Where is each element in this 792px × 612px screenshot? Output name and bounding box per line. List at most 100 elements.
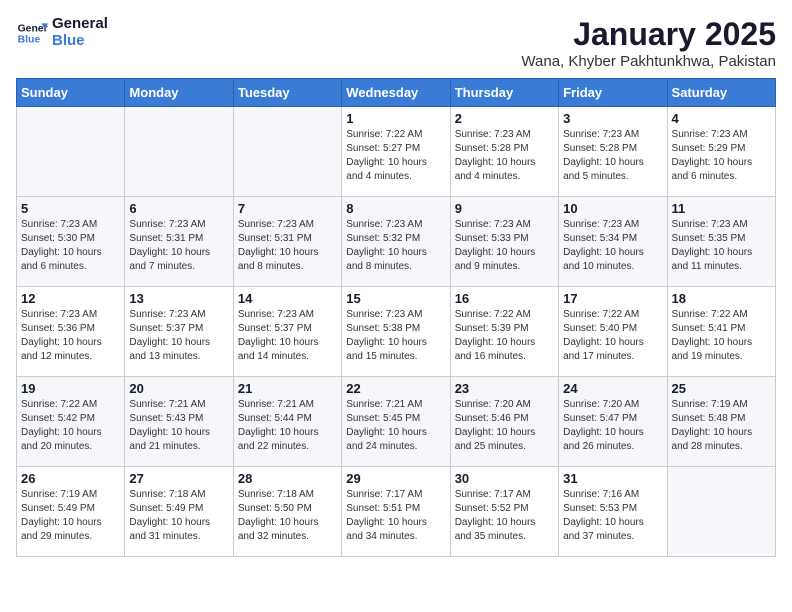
day-number: 22 xyxy=(346,381,445,396)
day-number: 1 xyxy=(346,111,445,126)
day-info: Sunrise: 7:22 AM Sunset: 5:40 PM Dayligh… xyxy=(563,308,662,364)
calendar-cell: 15Sunrise: 7:23 AM Sunset: 5:38 PM Dayli… xyxy=(342,287,450,377)
day-number: 3 xyxy=(563,111,662,126)
day-number: 12 xyxy=(21,291,120,306)
day-info: Sunrise: 7:21 AM Sunset: 5:43 PM Dayligh… xyxy=(129,398,228,454)
calendar-cell: 6 Sunrise: 7:23 AM Sunset: 5:31 PM Daylig… xyxy=(125,197,233,287)
calendar-week-4: 19 Sunrise: 7:22 AM Sunset: 5:42 PM Dayli… xyxy=(17,377,776,467)
day-info: Sunrise: 7:21 AM Sunset: 5:44 PM Dayligh… xyxy=(238,398,337,454)
calendar-cell: 4 Sunrise: 7:23 AM Sunset: 5:29 PM Daylig… xyxy=(667,107,775,197)
day-number: 10 xyxy=(563,201,662,216)
calendar-cell: 7 Sunrise: 7:23 AM Sunset: 5:31 PM Daylig… xyxy=(233,197,341,287)
day-number: 18 xyxy=(672,291,771,306)
calendar-cell xyxy=(125,107,233,197)
calendar-cell: 24 Sunrise: 7:20 AM Sunset: 5:47 PM Dayli… xyxy=(559,377,667,467)
calendar-cell: 16Sunrise: 7:22 AM Sunset: 5:39 PM Dayli… xyxy=(450,287,558,377)
day-number: 11 xyxy=(672,201,771,216)
day-info: Sunrise: 7:19 AM Sunset: 5:49 PM Dayligh… xyxy=(21,488,120,544)
day-info: Sunrise: 7:18 AM Sunset: 5:50 PM Dayligh… xyxy=(238,488,337,544)
day-number: 6 xyxy=(129,201,228,216)
day-number: 24 xyxy=(563,381,662,396)
day-number: 9 xyxy=(455,201,554,216)
day-info: Sunrise: 7:17 AM Sunset: 5:51 PM Dayligh… xyxy=(346,488,445,544)
day-number: 7 xyxy=(238,201,337,216)
calendar-cell: 23 Sunrise: 7:20 AM Sunset: 5:46 PM Dayli… xyxy=(450,377,558,467)
calendar-week-3: 12 Sunrise: 7:23 AM Sunset: 5:36 PM Dayli… xyxy=(17,287,776,377)
day-info: Sunrise: 7:19 AM Sunset: 5:48 PM Dayligh… xyxy=(672,398,771,454)
calendar-cell xyxy=(667,467,775,557)
calendar-cell: 17 Sunrise: 7:22 AM Sunset: 5:40 PM Dayli… xyxy=(559,287,667,377)
day-header-sunday: Sunday xyxy=(17,79,125,107)
day-number: 31 xyxy=(563,471,662,486)
day-info: Sunrise: 7:22 AM Sunset: 5:41 PM Dayligh… xyxy=(672,308,771,364)
day-header-thursday: Thursday xyxy=(450,79,558,107)
calendar-cell: 2Sunrise: 7:23 AM Sunset: 5:28 PM Daylig… xyxy=(450,107,558,197)
day-info: Sunrise: 7:23 AM Sunset: 5:37 PM Dayligh… xyxy=(129,308,228,364)
calendar-subtitle: Wana, Khyber Pakhtunkhwa, Pakistan xyxy=(521,53,776,70)
day-info: Sunrise: 7:23 AM Sunset: 5:29 PM Dayligh… xyxy=(672,128,771,184)
day-info: Sunrise: 7:16 AM Sunset: 5:53 PM Dayligh… xyxy=(563,488,662,544)
day-number: 13 xyxy=(129,291,228,306)
calendar-week-2: 5 Sunrise: 7:23 AM Sunset: 5:30 PM Daylig… xyxy=(17,197,776,287)
day-info: Sunrise: 7:23 AM Sunset: 5:33 PM Dayligh… xyxy=(455,218,554,274)
day-number: 27 xyxy=(129,471,228,486)
day-info: Sunrise: 7:23 AM Sunset: 5:30 PM Dayligh… xyxy=(21,218,120,274)
day-info: Sunrise: 7:23 AM Sunset: 5:31 PM Dayligh… xyxy=(238,218,337,274)
calendar-week-1: 1Sunrise: 7:22 AM Sunset: 5:27 PM Daylig… xyxy=(17,107,776,197)
calendar-week-5: 26Sunrise: 7:19 AM Sunset: 5:49 PM Dayli… xyxy=(17,467,776,557)
calendar-cell: 12 Sunrise: 7:23 AM Sunset: 5:36 PM Dayli… xyxy=(17,287,125,377)
day-info: Sunrise: 7:20 AM Sunset: 5:46 PM Dayligh… xyxy=(455,398,554,454)
calendar-cell: 31 Sunrise: 7:16 AM Sunset: 5:53 PM Dayli… xyxy=(559,467,667,557)
calendar-cell: 13 Sunrise: 7:23 AM Sunset: 5:37 PM Dayli… xyxy=(125,287,233,377)
day-number: 20 xyxy=(129,381,228,396)
logo-text-blue: Blue xyxy=(52,33,108,50)
calendar-cell: 20 Sunrise: 7:21 AM Sunset: 5:43 PM Dayli… xyxy=(125,377,233,467)
calendar-cell: 26Sunrise: 7:19 AM Sunset: 5:49 PM Dayli… xyxy=(17,467,125,557)
day-header-wednesday: Wednesday xyxy=(342,79,450,107)
day-info: Sunrise: 7:23 AM Sunset: 5:37 PM Dayligh… xyxy=(238,308,337,364)
calendar-cell: 5 Sunrise: 7:23 AM Sunset: 5:30 PM Daylig… xyxy=(17,197,125,287)
day-info: Sunrise: 7:18 AM Sunset: 5:49 PM Dayligh… xyxy=(129,488,228,544)
day-number: 4 xyxy=(672,111,771,126)
calendar-cell: 10Sunrise: 7:23 AM Sunset: 5:34 PM Dayli… xyxy=(559,197,667,287)
calendar-cell: 19 Sunrise: 7:22 AM Sunset: 5:42 PM Dayli… xyxy=(17,377,125,467)
calendar-cell: 3Sunrise: 7:23 AM Sunset: 5:28 PM Daylig… xyxy=(559,107,667,197)
svg-text:Blue: Blue xyxy=(18,34,41,45)
calendar-cell: 22 Sunrise: 7:21 AM Sunset: 5:45 PM Dayli… xyxy=(342,377,450,467)
day-number: 19 xyxy=(21,381,120,396)
calendar-cell: 28Sunrise: 7:18 AM Sunset: 5:50 PM Dayli… xyxy=(233,467,341,557)
day-header-tuesday: Tuesday xyxy=(233,79,341,107)
calendar-cell xyxy=(233,107,341,197)
calendar-cell: 30Sunrise: 7:17 AM Sunset: 5:52 PM Dayli… xyxy=(450,467,558,557)
day-info: Sunrise: 7:23 AM Sunset: 5:35 PM Dayligh… xyxy=(672,218,771,274)
day-info: Sunrise: 7:22 AM Sunset: 5:42 PM Dayligh… xyxy=(21,398,120,454)
calendar-header-row: SundayMondayTuesdayWednesdayThursdayFrid… xyxy=(17,79,776,107)
day-header-saturday: Saturday xyxy=(667,79,775,107)
logo-text-general: General xyxy=(52,16,108,33)
day-header-monday: Monday xyxy=(125,79,233,107)
day-number: 25 xyxy=(672,381,771,396)
day-info: Sunrise: 7:20 AM Sunset: 5:47 PM Dayligh… xyxy=(563,398,662,454)
day-number: 8 xyxy=(346,201,445,216)
day-number: 23 xyxy=(455,381,554,396)
day-number: 21 xyxy=(238,381,337,396)
day-number: 17 xyxy=(563,291,662,306)
calendar-cell: 9 Sunrise: 7:23 AM Sunset: 5:33 PM Daylig… xyxy=(450,197,558,287)
calendar-cell: 14Sunrise: 7:23 AM Sunset: 5:37 PM Dayli… xyxy=(233,287,341,377)
calendar-cell: 29Sunrise: 7:17 AM Sunset: 5:51 PM Dayli… xyxy=(342,467,450,557)
logo: General Blue General Blue xyxy=(16,16,108,49)
day-number: 5 xyxy=(21,201,120,216)
day-info: Sunrise: 7:17 AM Sunset: 5:52 PM Dayligh… xyxy=(455,488,554,544)
day-info: Sunrise: 7:23 AM Sunset: 5:32 PM Dayligh… xyxy=(346,218,445,274)
day-info: Sunrise: 7:23 AM Sunset: 5:36 PM Dayligh… xyxy=(21,308,120,364)
day-number: 16 xyxy=(455,291,554,306)
calendar-cell: 18 Sunrise: 7:22 AM Sunset: 5:41 PM Dayli… xyxy=(667,287,775,377)
calendar-table: SundayMondayTuesdayWednesdayThursdayFrid… xyxy=(16,78,776,557)
calendar-cell: 11 Sunrise: 7:23 AM Sunset: 5:35 PM Dayli… xyxy=(667,197,775,287)
calendar-cell xyxy=(17,107,125,197)
calendar-cell: 8 Sunrise: 7:23 AM Sunset: 5:32 PM Daylig… xyxy=(342,197,450,287)
day-header-friday: Friday xyxy=(559,79,667,107)
logo-icon: General Blue xyxy=(16,17,48,49)
day-info: Sunrise: 7:23 AM Sunset: 5:31 PM Dayligh… xyxy=(129,218,228,274)
day-info: Sunrise: 7:21 AM Sunset: 5:45 PM Dayligh… xyxy=(346,398,445,454)
